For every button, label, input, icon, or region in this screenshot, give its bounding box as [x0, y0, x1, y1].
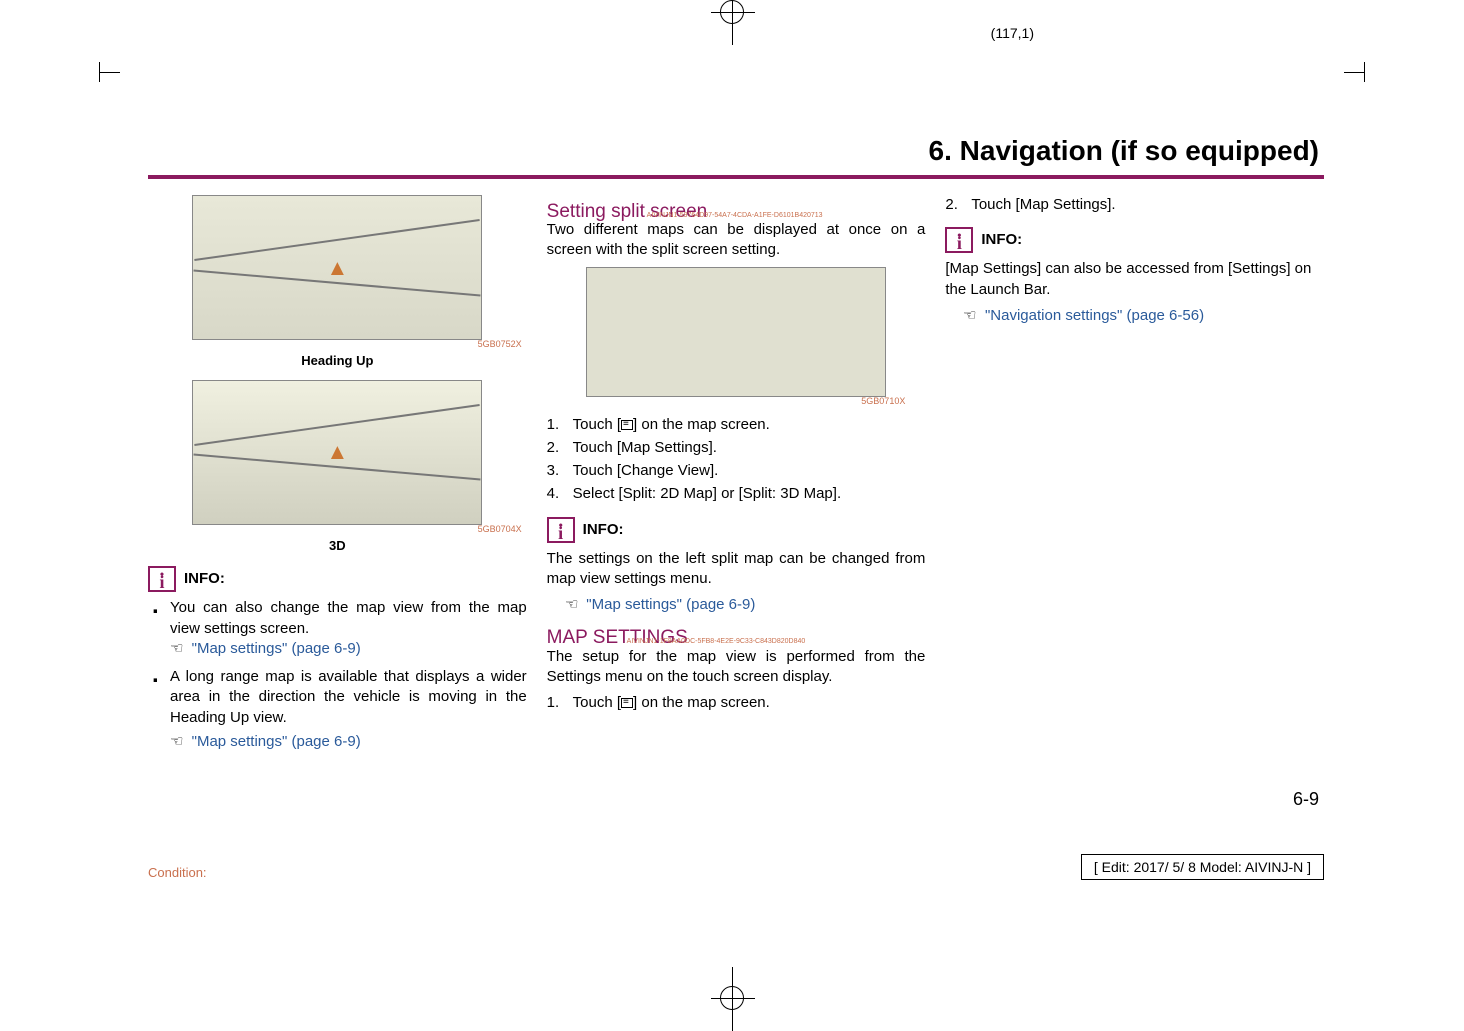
numbered-list: Touch [ ] on the map screen.	[547, 693, 926, 713]
map-image-split	[586, 267, 886, 397]
cross-reference-link: "Map settings" (page 6-9)	[192, 733, 361, 750]
list-item: Touch [Map Settings].	[547, 438, 926, 458]
list-item: You can also change the map view from th…	[148, 598, 527, 659]
pointer-icon: ☞	[170, 639, 183, 659]
edit-info: [ Edit: 2017/ 5/ 8 Model: AIVINJ-N ]	[1081, 854, 1324, 880]
condition-label: Condition:	[148, 865, 207, 880]
list-text: You can also change the map view from th…	[170, 599, 527, 636]
info-callout: i INFO:	[945, 227, 1324, 253]
chapter-title: 6. Navigation (if so equipped)	[929, 135, 1319, 167]
paragraph: Two different maps can be displayed at o…	[547, 220, 926, 261]
column-2: Setting split screen AIVINJN1-59764D97-5…	[547, 195, 926, 760]
page-number: 6-9	[1293, 789, 1319, 810]
list-item: Touch [ ] on the map screen.	[547, 693, 926, 713]
chapter-divider	[148, 175, 1324, 179]
image-caption: 3D	[148, 537, 527, 555]
crop-mark-right	[1344, 72, 1364, 73]
step-text: ] on the map screen.	[633, 416, 770, 433]
crop-mark-top	[720, 0, 744, 24]
pointer-icon: ☞	[963, 306, 976, 326]
map-image-3d: ▲	[192, 380, 482, 525]
list-text: A long range map is available that displ…	[170, 668, 527, 726]
vehicle-arrow-icon: ▲	[326, 253, 348, 283]
page-coordinate: (117,1)	[991, 25, 1034, 41]
image-caption: Heading Up	[148, 352, 527, 370]
list-item: Touch [ ] on the map screen.	[547, 415, 926, 435]
menu-icon	[621, 420, 633, 430]
info-callout: i INFO:	[148, 566, 527, 592]
paragraph: The setup for the map view is performed …	[547, 647, 926, 688]
pointer-icon: ☞	[565, 595, 578, 615]
info-label: INFO:	[184, 569, 225, 589]
bullet-list: You can also change the map view from th…	[148, 598, 527, 752]
info-callout: i INFO:	[547, 517, 926, 543]
step-text: ] on the map screen.	[633, 694, 770, 711]
map-image-heading-up: ▲	[192, 195, 482, 340]
paragraph: [Map Settings] can also be accessed from…	[945, 259, 1324, 300]
pointer-icon: ☞	[170, 732, 183, 752]
list-item: Touch [Change View].	[547, 461, 926, 481]
info-icon: i	[945, 227, 973, 253]
paragraph: The settings on the left split map can b…	[547, 549, 926, 590]
content-area: ▲ 5GB0752X Heading Up ▲ 5GB0704X 3D i IN…	[148, 195, 1324, 760]
column-3: Touch [Map Settings]. i INFO: [Map Setti…	[945, 195, 1324, 760]
cross-reference-link: "Map settings" (page 6-9)	[586, 596, 755, 613]
info-label: INFO:	[583, 520, 624, 540]
menu-icon	[621, 698, 633, 708]
info-icon: i	[148, 566, 176, 592]
numbered-list: Touch [Map Settings].	[945, 195, 1324, 215]
vehicle-arrow-icon: ▲	[326, 437, 348, 467]
list-item: A long range map is available that displ…	[148, 667, 527, 752]
info-icon: i	[547, 517, 575, 543]
step-text: Touch [	[573, 416, 621, 433]
numbered-list: Touch [ ] on the map screen. Touch [Map S…	[547, 415, 926, 505]
info-label: INFO:	[981, 230, 1022, 250]
crop-mark-bottom	[720, 986, 744, 1010]
step-text: Touch [	[573, 694, 621, 711]
column-1: ▲ 5GB0752X Heading Up ▲ 5GB0704X 3D i IN…	[148, 195, 527, 760]
crop-mark-left	[100, 72, 120, 73]
list-item: Touch [Map Settings].	[945, 195, 1324, 215]
cross-reference-link: "Navigation settings" (page 6-56)	[985, 307, 1204, 324]
cross-reference-link: "Map settings" (page 6-9)	[192, 640, 361, 657]
list-item: Select [Split: 2D Map] or [Split: 3D Map…	[547, 484, 926, 504]
